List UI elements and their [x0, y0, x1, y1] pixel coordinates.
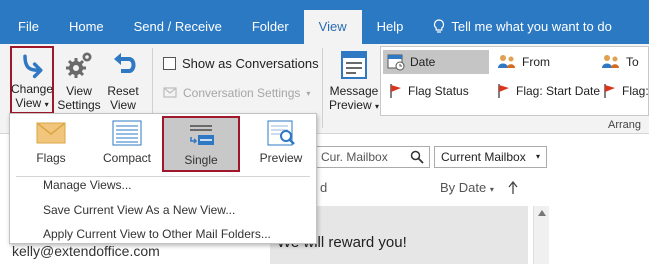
arrange-flag-start-date[interactable]: Flag: Start Date — [497, 83, 600, 99]
change-view-button[interactable]: Change View ▾ — [10, 46, 54, 114]
reset-view-label-1: Reset — [107, 84, 139, 98]
folder-account-email[interactable]: kelly@extendoffice.com — [12, 243, 160, 259]
tab-help[interactable]: Help — [362, 10, 419, 44]
search-scope-value: Current Mailbox — [441, 150, 526, 164]
compact-view-icon — [112, 120, 142, 146]
message-preview-label-2: Preview ▾ — [328, 98, 380, 112]
flag-icon — [604, 84, 615, 98]
arrange-to[interactable]: To — [601, 53, 639, 71]
envelope-icon — [36, 122, 66, 144]
search-icon[interactable] — [410, 150, 424, 164]
flag-icon — [498, 84, 509, 98]
conversation-settings-button[interactable]: Conversation Settings ▾ — [163, 86, 310, 100]
change-view-dropdown: Flags Compact Single Preview Manage View… — [9, 113, 317, 244]
single-view-icon — [190, 125, 214, 145]
checkbox-box[interactable] — [163, 57, 176, 70]
show-as-conversations-label: Show as Conversations — [182, 56, 319, 71]
gear-icon — [66, 52, 92, 78]
view-option-single[interactable]: Single — [162, 116, 240, 172]
arrange-flag-due-date-label: Flag: — [622, 84, 649, 98]
tell-me-search[interactable]: Tell me what you want to do — [418, 10, 626, 44]
conversation-settings-label: Conversation Settings — [183, 86, 301, 100]
people-icon — [602, 55, 619, 68]
view-settings-button[interactable]: View Settings — [56, 46, 102, 114]
tab-home[interactable]: Home — [54, 10, 119, 44]
tab-file[interactable]: File — [0, 10, 54, 44]
view-option-flags[interactable]: Flags — [16, 120, 86, 172]
arrange-flag-start-date-label: Flag: Start Date — [516, 84, 601, 98]
lightbulb-icon — [434, 19, 445, 33]
view-option-single-label: Single — [184, 153, 218, 167]
view-settings-label-2: Settings — [57, 98, 101, 112]
view-option-compact[interactable]: Compact — [92, 120, 162, 172]
tell-me-label: Tell me what you want to do — [451, 19, 612, 34]
arrange-from-label: From — [522, 55, 550, 69]
view-option-compact-label: Compact — [102, 151, 152, 165]
people-icon — [498, 55, 515, 68]
calendar-icon — [387, 54, 405, 71]
chevron-down-icon: ▾ — [535, 152, 540, 161]
arrange-date[interactable]: Date — [383, 50, 489, 74]
apply-current-view-menu-item[interactable]: Apply Current View to Other Mail Folders… — [43, 227, 271, 241]
chevron-down-icon: ▾ — [375, 102, 380, 111]
scroll-up-icon[interactable] — [538, 210, 546, 216]
reset-arrow-icon — [114, 53, 136, 73]
ribbon-tab-bar: File Home Send / Receive Folder View Hel… — [0, 0, 649, 44]
flag-icon — [390, 84, 401, 98]
chevron-down-icon: ▾ — [306, 88, 311, 98]
ribbon-separator — [322, 48, 323, 128]
view-option-preview-label: Preview — [259, 151, 303, 165]
save-current-view-menu-item[interactable]: Save Current View As a New View... — [43, 203, 235, 217]
show-as-conversations-checkbox[interactable]: Show as Conversations — [163, 56, 319, 71]
view-option-preview[interactable]: Preview — [246, 120, 316, 172]
message-list-scrollbar[interactable] — [533, 206, 549, 264]
change-view-icon — [23, 54, 43, 79]
search-scope-select[interactable]: Current Mailbox ▾ — [434, 146, 547, 168]
arrangement-gallery: Date From To Flag Status Flag: Start Dat… — [380, 46, 649, 116]
message-preview-label-1: Message — [329, 84, 379, 98]
message-preview-icon — [341, 51, 367, 79]
list-sort-row: d By Date ▾ — [300, 180, 530, 200]
arrangement-group-label: Arrang — [608, 119, 642, 131]
change-view-label-2: View ▾ — [15, 96, 49, 110]
arrange-from[interactable]: From — [497, 53, 550, 71]
sort-direction-up-icon[interactable] — [508, 181, 518, 195]
chevron-down-icon: ▾ — [44, 100, 49, 109]
sort-by-dropdown[interactable]: By Date ▾ — [440, 180, 494, 195]
view-settings-label-1: View — [66, 84, 92, 98]
chevron-down-icon: ▾ — [489, 185, 494, 194]
arrange-flag-due-date[interactable]: Flag: — [603, 83, 649, 99]
view-option-flags-label: Flags — [36, 151, 66, 165]
arrange-to-label: To — [626, 55, 639, 69]
reset-view-label-2: View — [110, 98, 136, 112]
preview-view-icon — [267, 120, 295, 146]
manage-views-menu-item[interactable]: Manage Views... — [43, 178, 132, 192]
conversation-icon — [163, 87, 177, 98]
search-placeholder: n Cur. Mailbox — [311, 150, 388, 164]
tab-send-receive[interactable]: Send / Receive — [119, 10, 237, 44]
dropdown-separator — [16, 176, 310, 177]
arrange-date-label: Date — [410, 55, 436, 69]
reset-view-button[interactable]: Reset View — [104, 46, 142, 114]
change-view-label-1: Change — [10, 82, 54, 96]
message-preview-button[interactable]: Message Preview ▾ — [328, 46, 380, 114]
arrange-flag-status[interactable]: Flag Status — [389, 83, 469, 99]
arrange-flag-status-label: Flag Status — [408, 84, 469, 98]
search-input[interactable]: n Cur. Mailbox — [300, 146, 430, 168]
list-header-fragment: d — [320, 180, 328, 195]
tab-folder[interactable]: Folder — [237, 10, 304, 44]
tab-view[interactable]: View — [303, 10, 362, 44]
